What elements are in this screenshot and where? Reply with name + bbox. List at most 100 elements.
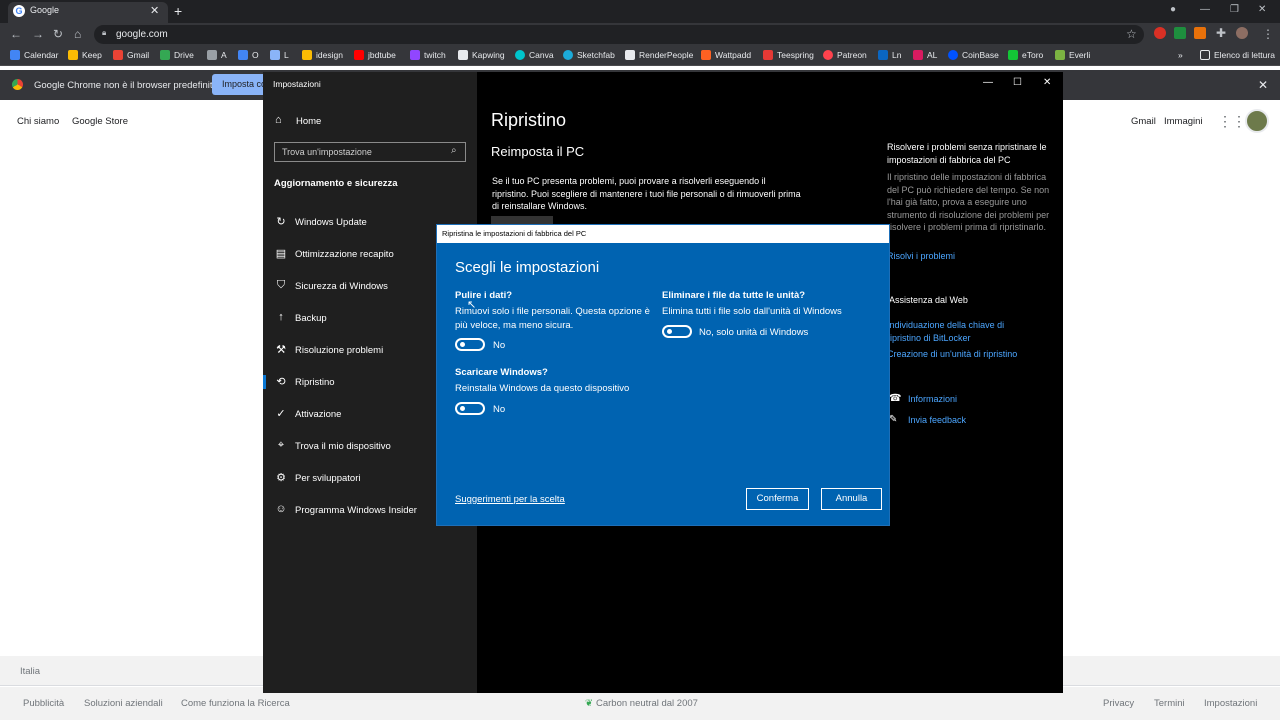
feedback-link[interactable]: Invia feedback xyxy=(908,415,966,425)
address-bar[interactable] xyxy=(94,25,1144,44)
confirm-button[interactable]: Conferma xyxy=(746,488,809,510)
developer-icon: ⚙ xyxy=(276,472,286,484)
menu-icon[interactable]: ⋮ xyxy=(1262,27,1274,41)
bookmark-keep[interactable]: Keep xyxy=(68,50,102,60)
mouse-cursor-icon: ↖ xyxy=(467,299,477,311)
cancel-button[interactable]: Annulla xyxy=(821,488,882,510)
bookmarks-overflow-icon[interactable]: » xyxy=(1178,50,1183,60)
account-avatar[interactable] xyxy=(1245,109,1269,133)
recovery-drive-link[interactable]: Creazione di un'unità di ripristino xyxy=(887,349,1017,359)
bookmark-gmail[interactable]: Gmail xyxy=(113,50,149,60)
carbon-neutral-link[interactable]: Carbon neutral dal 2007 xyxy=(596,698,698,709)
back-icon[interactable]: ← xyxy=(10,27,22,41)
clean-data-toggle[interactable] xyxy=(455,338,485,351)
bookmark-teespring[interactable]: Teespring xyxy=(763,50,814,60)
settings-minimize-icon[interactable]: — xyxy=(983,77,993,88)
footer-how-search-link[interactable]: Come funziona la Ricerca xyxy=(181,698,290,709)
nav-windows-security[interactable]: Sicurezza di Windows xyxy=(295,281,388,292)
new-tab-icon[interactable]: + xyxy=(174,3,182,19)
apps-grid-icon[interactable]: ⋮⋮ xyxy=(1218,113,1246,130)
windows-update-icon: ↻ xyxy=(276,216,286,228)
about-link[interactable]: Chi siamo xyxy=(17,116,59,127)
download-windows-value: No xyxy=(493,404,506,415)
nav-recovery[interactable]: Ripristino xyxy=(295,377,335,388)
forward-icon[interactable]: → xyxy=(32,27,44,41)
profile-dot-icon[interactable]: ● xyxy=(1170,4,1176,15)
bookmark-drive[interactable]: Drive xyxy=(160,50,194,60)
images-link[interactable]: Immagini xyxy=(1164,116,1203,127)
nav-developers[interactable]: Per sviluppatori xyxy=(295,473,360,484)
tab-close-icon[interactable]: ✕ xyxy=(150,4,159,17)
home-icon[interactable]: ⌂ xyxy=(74,27,81,41)
bookmark-idesign[interactable]: idesign xyxy=(302,50,343,60)
nav-insider[interactable]: Programma Windows Insider xyxy=(295,505,417,516)
reading-list[interactable]: Elenco di lettura xyxy=(1200,50,1275,60)
bookmark-wattpadd[interactable]: Wattpadd xyxy=(701,50,751,60)
infobar-text: Google Chrome non è il browser predefini… xyxy=(34,80,218,91)
dialog-title: Ripristina le impostazioni di fabbrica d… xyxy=(442,229,587,238)
nav-troubleshoot[interactable]: Risoluzione problemi xyxy=(295,345,383,356)
bookmark-star-icon[interactable]: ☆ xyxy=(1126,27,1137,41)
gmail-link[interactable]: Gmail xyxy=(1131,116,1156,127)
bookmark-kapwing[interactable]: Kapwing xyxy=(458,50,505,60)
footer-privacy-link[interactable]: Privacy xyxy=(1103,698,1134,709)
extension-orange-icon[interactable] xyxy=(1194,27,1206,39)
close-window-icon[interactable]: ✕ xyxy=(1258,4,1266,15)
extensions-puzzle-icon[interactable]: ✚ xyxy=(1216,26,1226,40)
page-title: Ripristino xyxy=(491,110,567,130)
bookmark-everli[interactable]: Everli xyxy=(1055,50,1090,60)
bookmark-twitch[interactable]: twitch xyxy=(410,50,446,60)
delete-all-drives-toggle[interactable] xyxy=(662,325,692,338)
bookmark-patreon[interactable]: Patreon xyxy=(823,50,867,60)
settings-close-icon[interactable]: ✕ xyxy=(1043,77,1051,88)
bookmark-renderpeople[interactable]: RenderPeople xyxy=(625,50,693,60)
clean-data-description: Rimuovi solo i file personali. Questa op… xyxy=(455,306,650,331)
nav-backup[interactable]: Backup xyxy=(295,313,327,324)
bookmark-calendar[interactable]: Calendar xyxy=(10,50,59,60)
bookmark-etoro[interactable]: eToro xyxy=(1008,50,1043,60)
store-link[interactable]: Google Store xyxy=(72,116,128,127)
infobar-close-icon[interactable]: ✕ xyxy=(1258,78,1268,92)
bookmark-a[interactable]: A xyxy=(207,50,227,60)
chrome-logo-icon xyxy=(12,79,23,90)
bookmark-jbdtube[interactable]: jbdtube xyxy=(354,50,396,60)
settings-maximize-icon[interactable]: ☐ xyxy=(1013,77,1022,88)
extension-red-icon[interactable] xyxy=(1154,27,1166,39)
help-choose-link[interactable]: Suggerimenti per la scelta xyxy=(455,494,565,505)
nav-activation[interactable]: Attivazione xyxy=(295,409,341,420)
bookmark-linkedin[interactable]: Ln xyxy=(878,50,901,60)
bookmark-coinbase[interactable]: CoinBase xyxy=(948,50,999,60)
reload-icon[interactable]: ↻ xyxy=(53,27,63,41)
minimize-icon[interactable]: — xyxy=(1200,4,1210,15)
recovery-icon: ⟲ xyxy=(276,376,286,388)
bookmark-sketchfab[interactable]: Sketchfab xyxy=(563,50,615,60)
bookmark-l[interactable]: L xyxy=(270,50,289,60)
extension-green-icon[interactable] xyxy=(1174,27,1186,39)
feedback-icon: ✎ xyxy=(889,414,898,425)
lock-icon[interactable]: 🔒︎ xyxy=(102,28,110,37)
footer-settings-link[interactable]: Impostazioni xyxy=(1204,698,1257,709)
download-windows-toggle[interactable] xyxy=(455,402,485,415)
bookmark-al[interactable]: AL xyxy=(913,50,937,60)
troubleshoot-link[interactable]: Risolvi i problemi xyxy=(887,251,955,261)
footer-ads-link[interactable]: Pubblicità xyxy=(23,698,64,709)
restore-icon[interactable]: ❐ xyxy=(1230,4,1239,15)
info-link[interactable]: Informazioni xyxy=(908,394,957,404)
set-default-button[interactable]: Imposta come predefinito xyxy=(212,74,268,95)
bookmark-canva[interactable]: Canva xyxy=(515,50,554,60)
profile-avatar[interactable] xyxy=(1236,27,1248,39)
bookmark-o[interactable]: O xyxy=(238,50,259,60)
delete-all-drives-value: No, solo unità di Windows xyxy=(699,327,809,338)
footer-business-link[interactable]: Soluzioni aziendali xyxy=(84,698,163,709)
footer-terms-link[interactable]: Termini xyxy=(1154,698,1185,709)
nav-find-device[interactable]: Trova il mio dispositivo xyxy=(295,441,391,452)
leaf-icon: ❦ xyxy=(585,698,593,709)
home-link[interactable]: Home xyxy=(296,116,321,127)
search-icon[interactable]: ⌕ xyxy=(451,145,457,156)
download-windows-description: Reinstalla Windows da questo dispositivo xyxy=(455,383,630,394)
bitlocker-link[interactable]: Individuazione della chiave di ripristin… xyxy=(887,319,1037,344)
nav-windows-update[interactable]: Windows Update xyxy=(295,217,367,228)
nav-delivery-optimization[interactable]: Ottimizzazione recapito xyxy=(295,249,394,260)
delivery-optimization-icon: ▤ xyxy=(275,248,287,260)
help-icon: ☎ xyxy=(889,393,902,404)
